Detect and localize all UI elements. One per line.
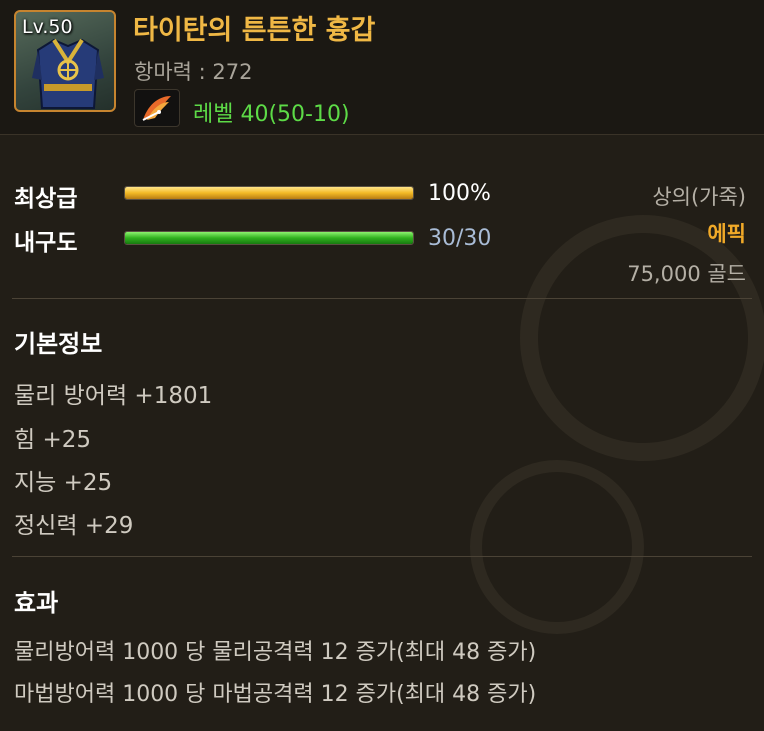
basic-info-line: 정신력 +29 — [14, 513, 134, 539]
item-level-badge: Lv.50 — [22, 16, 73, 38]
item-type: 상의(가죽) — [652, 185, 746, 209]
effect-line: 물리방어력 1000 당 물리공격력 12 증가(최대 48 증가) — [14, 640, 537, 665]
effect-line: 마법방어력 1000 당 마법공격력 12 증가(최대 48 증가) — [14, 682, 537, 707]
background-emblem-inner — [470, 460, 644, 634]
armor-chest-icon — [28, 32, 108, 110]
effects-title: 효과 — [14, 589, 59, 617]
item-magic-defense: 항마력 : 272 — [134, 60, 253, 84]
basic-info-line: 지능 +25 — [14, 470, 113, 496]
grade-label: 최상급 — [14, 186, 78, 212]
grade-bar-fill — [125, 187, 413, 199]
divider — [12, 556, 752, 557]
item-price: 75,000 골드 — [627, 262, 746, 286]
divider — [12, 298, 752, 299]
durability-bar-fill — [125, 232, 413, 244]
background-emblem — [520, 215, 764, 461]
grade-value: 100% — [428, 181, 491, 206]
grade-bar — [124, 186, 414, 200]
basic-info-line: 물리 방어력 +1801 — [14, 383, 213, 409]
item-slot[interactable]: Lv.50 — [14, 10, 116, 112]
item-rarity: 에픽 — [707, 222, 746, 246]
basic-info-line: 힘 +25 — [14, 427, 92, 453]
wing-feather-icon — [134, 89, 180, 127]
tooltip-header: Lv.50 타이탄의 튼튼한 흉갑 항마력 : 272 레벨 40(50-10) — [0, 0, 764, 135]
durability-label: 내구도 — [14, 230, 78, 256]
durability-value: 30/30 — [428, 226, 492, 251]
durability-bar — [124, 231, 414, 245]
level-requirement: 레벨 40(50-10) — [193, 102, 350, 127]
basic-info-title: 기본정보 — [14, 330, 103, 358]
item-name: 타이탄의 튼튼한 흉갑 — [133, 15, 376, 46]
